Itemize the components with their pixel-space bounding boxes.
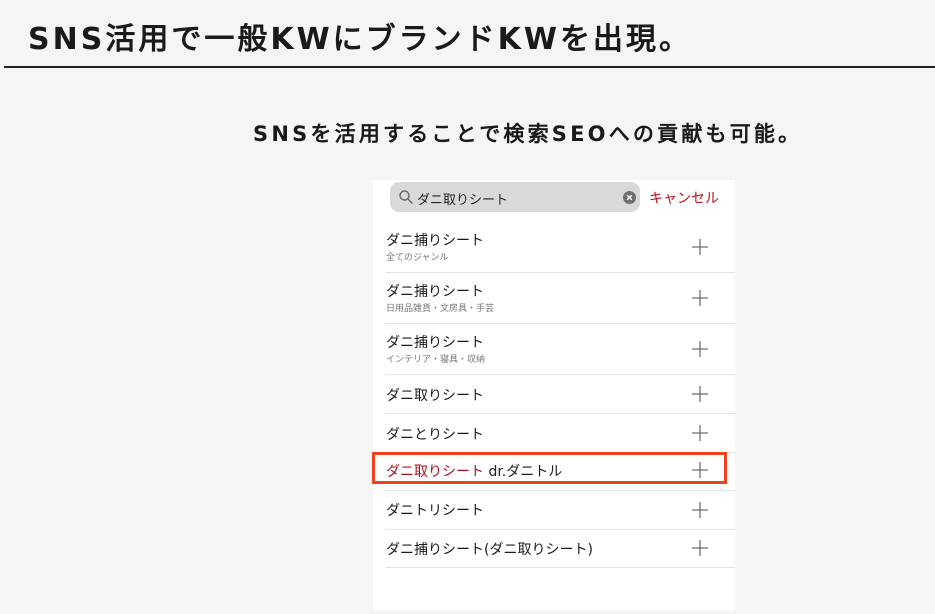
suggestion-label: ダニ捕りシート bbox=[386, 335, 484, 351]
search-icon bbox=[399, 190, 413, 204]
suggestion-item[interactable]: ダニ捕りシート 日用品雑貨・文房具・手芸 bbox=[385, 273, 735, 324]
suggestion-label: ダニ捕りシート(ダニ取りシート) bbox=[386, 542, 593, 558]
cancel-button[interactable]: キャンセル bbox=[649, 188, 719, 208]
suggestion-item[interactable]: ダニ捕りシート(ダニ取りシート) bbox=[385, 530, 735, 568]
suggestion-label: ダニ捕りシート bbox=[386, 284, 484, 300]
suggestion-label: ダニトリシート bbox=[386, 503, 484, 519]
suggestion-item[interactable]: ダニとりシート bbox=[385, 414, 735, 453]
plus-icon[interactable] bbox=[692, 540, 708, 556]
plus-icon[interactable] bbox=[692, 239, 708, 255]
slide-title: SNS活用で一般KWにブランドKWを出現。 bbox=[28, 22, 692, 57]
suggestion-item[interactable]: ダニ取りシート bbox=[385, 375, 735, 414]
title-divider bbox=[4, 66, 935, 68]
suggestion-label: ダニ捕りシート bbox=[386, 233, 484, 249]
search-bar[interactable]: ダニ取りシート bbox=[390, 182, 640, 212]
suggestion-category: 全てのジャンル bbox=[386, 253, 449, 263]
clear-icon[interactable] bbox=[623, 191, 636, 204]
plus-icon[interactable] bbox=[692, 341, 708, 357]
suggestion-category: インテリア・寝具・収納 bbox=[386, 355, 486, 365]
search-screenshot: ダニ取りシート キャンセル ダニ捕りシート 全てのジャンル ダニ捕りシート 日用… bbox=[373, 180, 735, 610]
suggestion-item[interactable]: ダニ捕りシート 全てのジャンル bbox=[385, 221, 735, 273]
plus-icon[interactable] bbox=[692, 425, 708, 441]
slide-subtitle: SNSを活用することで検索SEOへの貢献も可能。 bbox=[253, 122, 803, 146]
suggestion-label: ダニ取りシート bbox=[386, 388, 484, 404]
suggestion-item[interactable]: ダニ捕りシート インテリア・寝具・収納 bbox=[385, 324, 735, 375]
suggestion-category: 日用品雑貨・文房具・手芸 bbox=[386, 304, 495, 314]
plus-icon[interactable] bbox=[692, 290, 708, 306]
suggestion-item[interactable]: ダニトリシート bbox=[385, 491, 735, 530]
plus-icon[interactable] bbox=[692, 386, 708, 402]
search-input[interactable]: ダニ取りシート bbox=[417, 189, 508, 208]
plus-icon[interactable] bbox=[692, 502, 708, 518]
suggestion-label: ダニとりシート bbox=[386, 427, 484, 443]
brand-keyword-highlight-frame bbox=[372, 452, 727, 484]
